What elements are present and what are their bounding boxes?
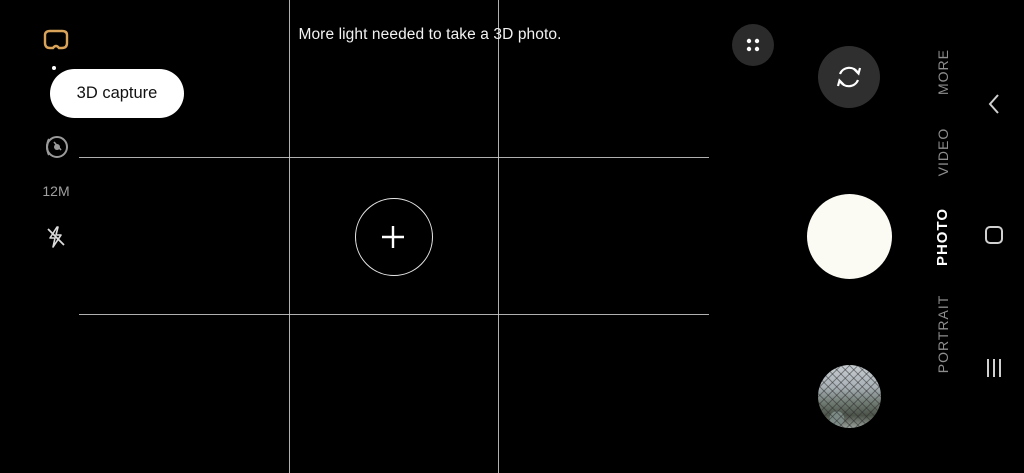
mode-video[interactable]: VIDEO [934,107,952,197]
mode-more[interactable]: MORE [934,27,952,117]
recents-lines-icon[interactable] [982,356,1006,380]
tooltip-label: 3D capture [76,84,158,102]
low-light-hint: More light needed to take a 3D photo. [298,26,562,43]
vr-headset-icon[interactable] [40,27,72,53]
four-dots-icon [746,38,760,52]
resolution-setting[interactable]: 12M [36,181,76,201]
mode-photo[interactable]: PHOTO [934,192,952,282]
focus-reticle[interactable] [355,198,433,276]
gallery-thumbnail[interactable] [818,365,881,428]
grid-line-vertical-2 [498,0,499,473]
flash-off-icon[interactable] [42,224,70,250]
home-square-icon[interactable] [982,223,1006,247]
settings-grid-button[interactable] [732,24,774,66]
grid-line-horizontal-2 [79,314,709,315]
mode-portrait[interactable]: PORTRAIT [934,289,952,379]
grid-line-vertical-1 [289,0,290,473]
shutter-button[interactable] [807,194,892,279]
motion-photo-icon[interactable] [40,134,72,160]
back-chevron-icon[interactable] [982,90,1006,118]
switch-camera-button[interactable] [818,46,880,108]
camera-switch-icon [836,66,862,88]
grid-line-horizontal-1 [79,157,709,158]
3d-capture-tooltip[interactable]: 3D capture [50,66,184,118]
